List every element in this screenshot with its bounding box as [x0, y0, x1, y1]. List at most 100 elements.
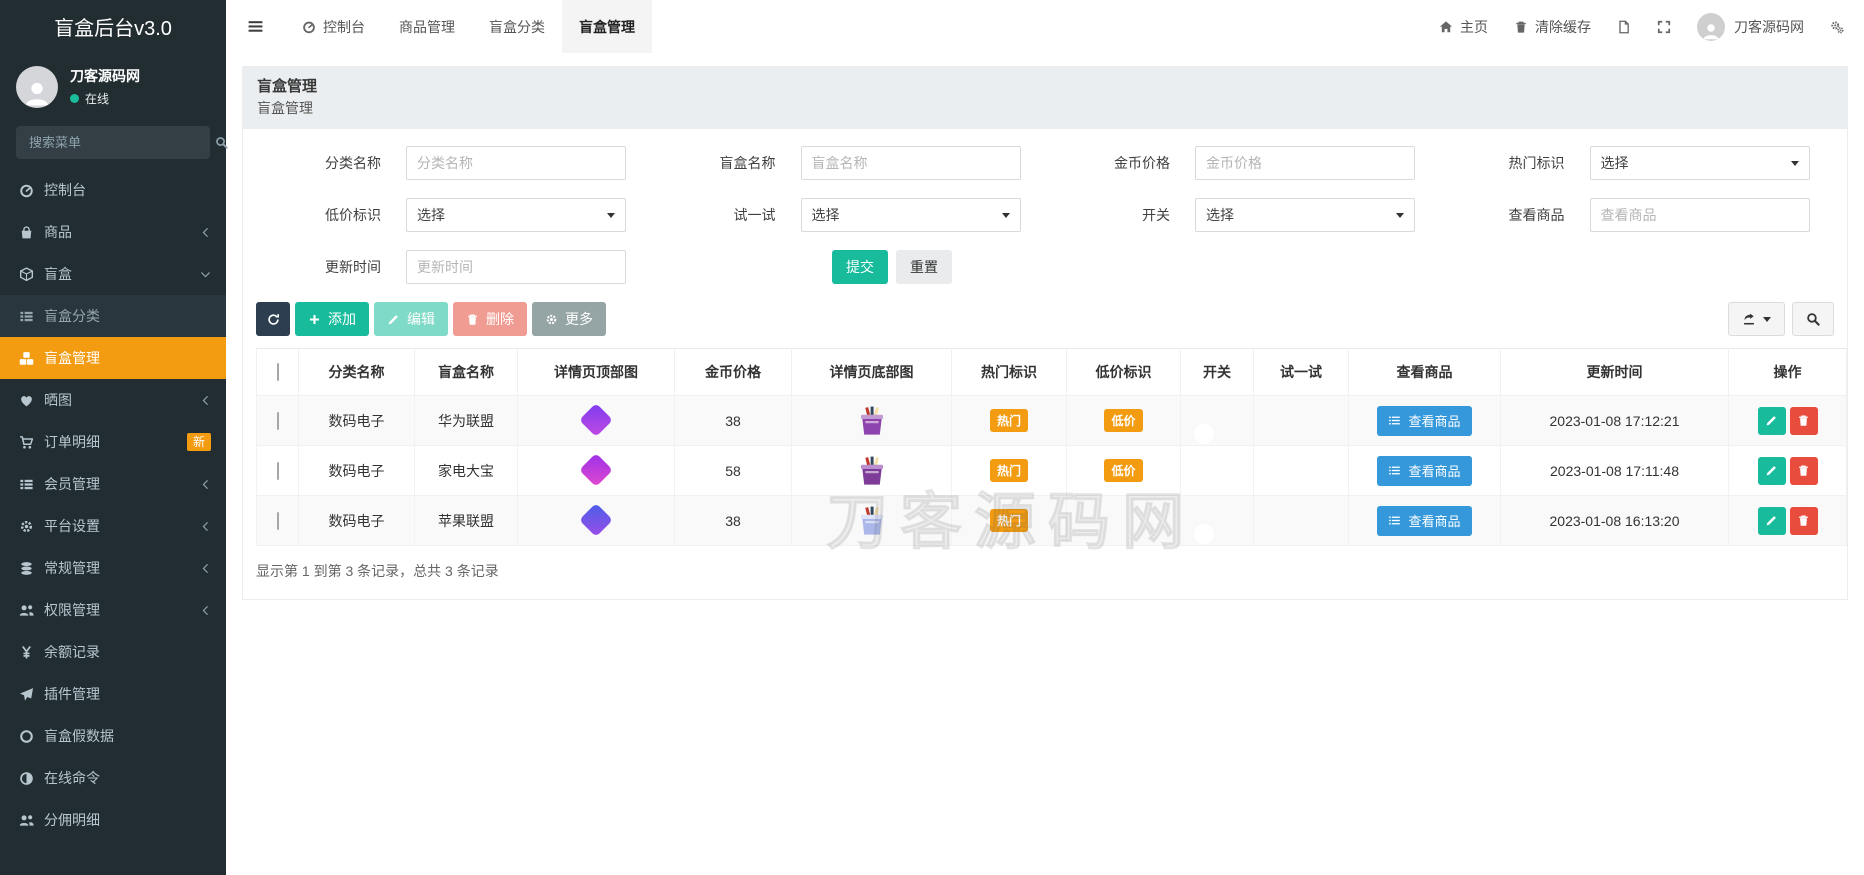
refresh-icon: [267, 313, 280, 326]
row-edit-button[interactable]: [1757, 506, 1786, 535]
tab-goods-manage[interactable]: 商品管理: [382, 0, 472, 53]
box-name-cell: 家电大宝: [414, 445, 518, 497]
sidebar-item-label: 平台设置: [44, 518, 100, 534]
caret-down-icon: [1790, 160, 1799, 166]
column-header-6: 热门标识: [951, 348, 1067, 397]
edit-button[interactable]: 编辑: [374, 302, 448, 337]
new-badge: 新: [186, 433, 211, 451]
sidebar-item-general[interactable]: 常规管理: [0, 547, 226, 589]
sidebar-item-dashboard[interactable]: 控制台: [0, 169, 226, 211]
view-goods-input[interactable]: [1589, 198, 1810, 233]
view-goods-label: 查看商品: [1408, 414, 1461, 430]
sidebar-item-box[interactable]: 盲盒: [0, 253, 226, 295]
sidebar-item-commission[interactable]: 分佣明细: [0, 799, 226, 841]
column-header-8: 开关: [1180, 348, 1254, 397]
user-panel: 刀客源码网 在线: [0, 53, 226, 118]
sidebar-item-orders[interactable]: 订单明细 新: [0, 421, 226, 463]
row-edit-button[interactable]: [1757, 406, 1786, 435]
chevron-left-icon: [200, 605, 211, 616]
sidebar-item-plugins[interactable]: 插件管理: [0, 673, 226, 715]
refresh-button[interactable]: [256, 302, 290, 337]
category-name-input[interactable]: [406, 146, 626, 181]
home-link[interactable]: 主页: [1439, 17, 1488, 37]
hot-flag-select[interactable]: 选择: [1589, 146, 1810, 181]
sidebar-item-permissions[interactable]: 权限管理: [0, 589, 226, 631]
fullscreen-button[interactable]: [1657, 20, 1671, 34]
chevron-left-icon: [200, 521, 211, 532]
sidebar-item-platform[interactable]: 平台设置: [0, 505, 226, 547]
coin-price-input[interactable]: [1195, 146, 1415, 181]
pencil-icon: [1765, 464, 1778, 477]
sidebar-item-box-category[interactable]: 盲盒分类: [0, 295, 226, 337]
sidebar-item-box-fake-data[interactable]: 盲盒假数据: [0, 715, 226, 757]
delete-button[interactable]: 删除: [453, 302, 527, 337]
filter-label-hot-flag: 热门标识: [1508, 155, 1565, 172]
filter-field-update-time: 更新时间: [256, 250, 657, 285]
view-goods-button[interactable]: 查看商品: [1377, 505, 1472, 536]
sidebar-item-members[interactable]: 会员管理: [0, 463, 226, 505]
table-search-button[interactable]: [1792, 302, 1834, 337]
cogs-icon: [1830, 20, 1844, 34]
column-header-12: 操作: [1728, 348, 1847, 397]
filter-field-view-goods: 查看商品: [1440, 198, 1835, 233]
table-row: 数码电子 华为联盟 38 热门 低价 查看商品 2023-01-08 17:12:21: [256, 395, 1847, 447]
try-flag-select[interactable]: 选择: [800, 198, 1021, 233]
sidebar-item-label: 盲盒管理: [44, 350, 100, 366]
user-status-label: 在线: [85, 91, 110, 106]
sidebar-item-label: 盲盒假数据: [44, 728, 114, 744]
hamburger-icon[interactable]: [226, 18, 285, 35]
row-delete-button[interactable]: [1789, 456, 1818, 485]
select-all-checkbox[interactable]: [276, 363, 279, 382]
clear-cache-label: 清除缓存: [1535, 18, 1591, 35]
sidebar-item-balance[interactable]: 余额记录: [0, 631, 226, 673]
bottom-image-cell: [791, 445, 952, 497]
search-icon[interactable]: [215, 136, 228, 149]
tab-box-manage[interactable]: 盲盒管理: [562, 0, 652, 53]
data-table: 分类名称 盲盒名称 详情页顶部图 金币价格 详情页底部图 热门标识 低价标识 开关 试一试 查看商…: [256, 348, 1847, 547]
row-checkbox[interactable]: [276, 461, 279, 480]
actions-cell: [1728, 445, 1847, 497]
box-name-input[interactable]: [800, 146, 1021, 181]
add-button[interactable]: 添加: [295, 302, 369, 337]
more-button[interactable]: 更多: [532, 302, 606, 337]
row-delete-button[interactable]: [1789, 406, 1818, 435]
row-checkbox[interactable]: [276, 411, 279, 430]
cheap-flag-select[interactable]: 选择: [406, 198, 626, 233]
settings-button[interactable]: [1830, 20, 1844, 34]
export-button[interactable]: [1728, 302, 1785, 337]
reset-button[interactable]: 重置: [896, 250, 952, 285]
sidebar-search-input[interactable]: [27, 134, 207, 151]
row-edit-button[interactable]: [1757, 456, 1786, 485]
top-image-cell: [517, 395, 675, 447]
submit-button[interactable]: 提交: [832, 250, 888, 285]
purple-gift-box: [856, 455, 888, 487]
sidebar-item-box-manage[interactable]: 盲盒管理: [0, 337, 226, 379]
user-status: 在线: [70, 90, 140, 107]
column-header-3: 详情页顶部图: [517, 348, 675, 397]
switch-select[interactable]: 选择: [1195, 198, 1415, 233]
sidebar-item-online-command[interactable]: 在线命令: [0, 757, 226, 799]
page-header: 盲盒管理 盲盒管理: [243, 67, 1847, 130]
column-header-2: 盲盒名称: [414, 348, 518, 397]
filter-label-switch: 开关: [1142, 207, 1170, 224]
row-delete-button[interactable]: [1789, 506, 1818, 535]
update-time-input[interactable]: [406, 250, 626, 285]
adjust-icon: [19, 771, 34, 786]
navbar-user[interactable]: 刀客源码网: [1697, 12, 1804, 41]
tab-label: 盲盒管理: [579, 18, 635, 35]
tab-dashboard[interactable]: 控制台: [285, 0, 382, 53]
page-title: 盲盒管理: [257, 78, 318, 95]
sidebar-item-photos[interactable]: 晒图: [0, 379, 226, 421]
tab-box-category[interactable]: 盲盒分类: [472, 0, 562, 53]
row-checkbox[interactable]: [276, 511, 279, 530]
clear-cache-link[interactable]: 清除缓存: [1514, 17, 1591, 37]
view-goods-button[interactable]: 查看商品: [1377, 455, 1472, 486]
sidebar-item-goods[interactable]: 商品: [0, 211, 226, 253]
trash-icon: [1797, 464, 1810, 477]
view-goods-button[interactable]: 查看商品: [1377, 405, 1472, 436]
file-button[interactable]: [1617, 20, 1631, 34]
filter-field-form-buttons: 提交 重置: [657, 250, 1058, 285]
category-cell: 数码电子: [298, 395, 415, 447]
table-header-row: 分类名称 盲盒名称 详情页顶部图 金币价格 详情页底部图 热门标识 低价标识 开关 试一试 查看商…: [256, 348, 1847, 397]
chevron-down-icon: [200, 269, 211, 280]
